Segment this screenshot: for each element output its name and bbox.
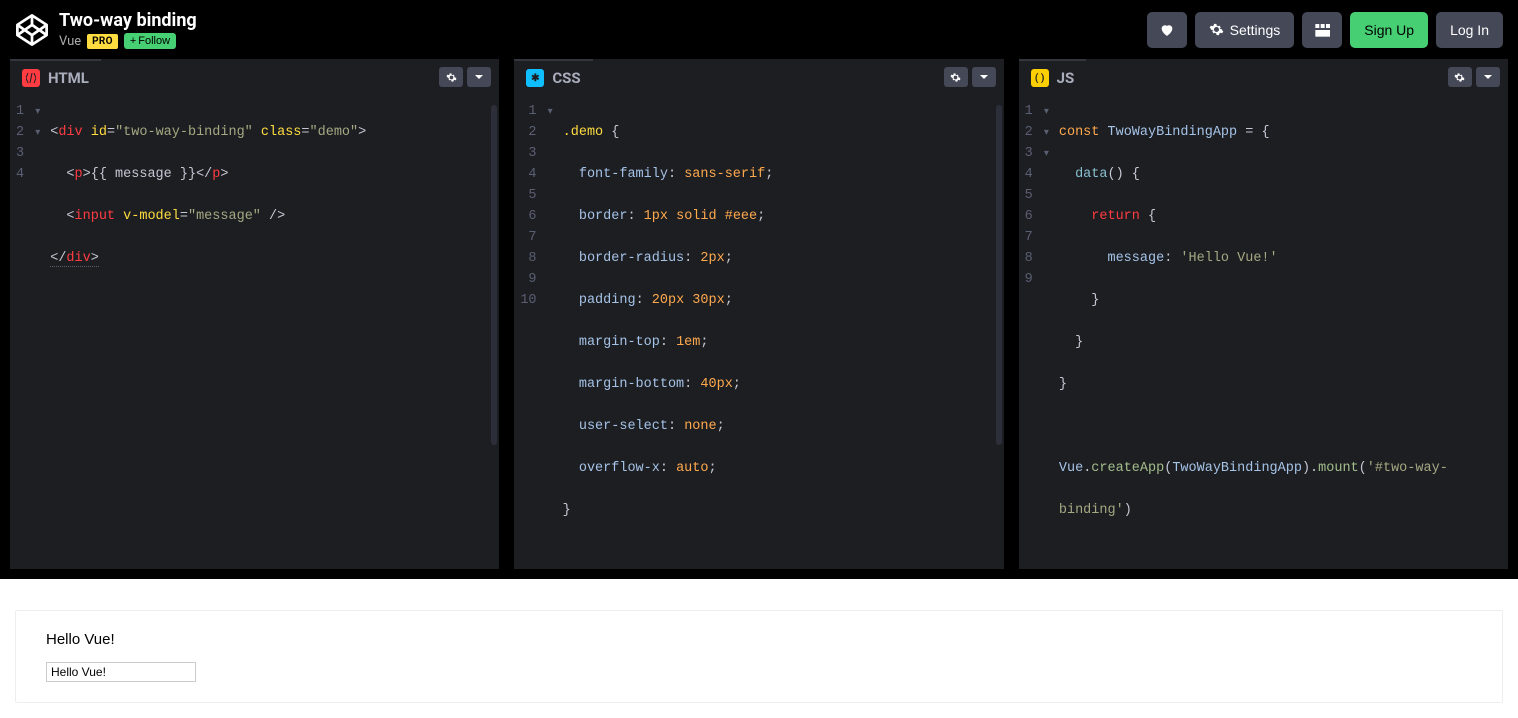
gear-icon bbox=[446, 72, 457, 83]
settings-button[interactable]: Settings bbox=[1195, 12, 1295, 48]
pen-title: Two-way binding bbox=[59, 10, 197, 31]
editor-chevron-button[interactable] bbox=[467, 67, 491, 87]
chevron-down-icon bbox=[979, 72, 989, 82]
css-editor: ✱ CSS 1 ▾ 2 3 4 5 6 7 8 9 10 bbox=[514, 59, 1003, 569]
header: Two-way binding Vue PRO +Follow Settings… bbox=[0, 0, 1518, 59]
header-actions: Settings Sign Up Log In bbox=[1147, 12, 1503, 48]
editor-settings-button[interactable] bbox=[944, 67, 968, 87]
message-input[interactable] bbox=[46, 662, 196, 682]
heart-icon bbox=[1159, 22, 1175, 38]
code[interactable]: .demo { font-family: sans-serif; border:… bbox=[563, 101, 1004, 563]
editor-controls bbox=[439, 67, 499, 87]
code-area[interactable]: 1 ▾ 2 ▾ 3 ▾ 4 5 6 7 8 9 const TwoWayBind… bbox=[1019, 95, 1508, 569]
editor-header: HTML bbox=[10, 59, 499, 95]
layout-icon bbox=[1314, 22, 1330, 38]
html-editor: HTML 1 ▾ 2 ▾ 3 4 <div id="two-way-bindin… bbox=[10, 59, 499, 569]
editor-settings-button[interactable] bbox=[1448, 67, 1472, 87]
gear-icon bbox=[1209, 22, 1224, 37]
scrollbar[interactable] bbox=[996, 105, 1002, 445]
editor-controls bbox=[1448, 67, 1508, 87]
editor-header: ( ) JS bbox=[1019, 59, 1508, 95]
pro-badge: PRO bbox=[87, 34, 118, 49]
editor-controls bbox=[944, 67, 1004, 87]
code[interactable]: <div id="two-way-binding" class="demo"> … bbox=[50, 101, 499, 563]
html-icon bbox=[22, 69, 40, 87]
gear-icon bbox=[1454, 72, 1465, 83]
chevron-down-icon bbox=[474, 72, 484, 82]
signup-button[interactable]: Sign Up bbox=[1350, 12, 1428, 48]
meta-row: Vue PRO +Follow bbox=[59, 33, 197, 49]
gutter: 1 ▾ 2 3 4 5 6 7 8 9 10 bbox=[514, 101, 562, 563]
editor-chevron-button[interactable] bbox=[972, 67, 996, 87]
layout-button[interactable] bbox=[1302, 12, 1342, 48]
js-editor: ( ) JS 1 ▾ 2 ▾ 3 ▾ 4 5 6 7 8 9 const T bbox=[1019, 59, 1508, 569]
chevron-down-icon bbox=[1483, 72, 1493, 82]
code-area[interactable]: 1 ▾ 2 ▾ 3 4 <div id="two-way-binding" cl… bbox=[10, 95, 499, 569]
logo-area: Two-way binding Vue PRO +Follow bbox=[15, 10, 197, 49]
heart-button[interactable] bbox=[1147, 12, 1187, 48]
css-tab[interactable]: ✱ CSS bbox=[514, 59, 592, 95]
gutter: 1 ▾ 2 ▾ 3 4 bbox=[10, 101, 50, 563]
demo-box: Hello Vue! bbox=[15, 610, 1503, 703]
editor-header: ✱ CSS bbox=[514, 59, 1003, 95]
code[interactable]: const TwoWayBindingApp = { data() { retu… bbox=[1059, 101, 1508, 563]
js-icon: ( ) bbox=[1031, 69, 1049, 87]
login-button[interactable]: Log In bbox=[1436, 12, 1503, 48]
code-area[interactable]: 1 ▾ 2 3 4 5 6 7 8 9 10 .demo { font-fami… bbox=[514, 95, 1003, 569]
message-text: Hello Vue! bbox=[46, 631, 1472, 648]
follow-button[interactable]: +Follow bbox=[124, 33, 176, 49]
author-name[interactable]: Vue bbox=[59, 34, 81, 49]
js-tab[interactable]: ( ) JS bbox=[1019, 59, 1087, 95]
preview-pane: Hello Vue! bbox=[0, 579, 1518, 718]
scrollbar[interactable] bbox=[491, 105, 497, 445]
editor-chevron-button[interactable] bbox=[1476, 67, 1500, 87]
title-area: Two-way binding Vue PRO +Follow bbox=[59, 10, 197, 49]
editors-row: HTML 1 ▾ 2 ▾ 3 4 <div id="two-way-bindin… bbox=[0, 59, 1518, 579]
css-icon: ✱ bbox=[526, 69, 544, 87]
gutter: 1 ▾ 2 ▾ 3 ▾ 4 5 6 7 8 9 bbox=[1019, 101, 1059, 563]
codepen-logo-icon[interactable] bbox=[15, 13, 49, 47]
editor-settings-button[interactable] bbox=[439, 67, 463, 87]
gear-icon bbox=[950, 72, 961, 83]
plus-icon: + bbox=[130, 35, 136, 47]
html-tab[interactable]: HTML bbox=[10, 59, 101, 95]
